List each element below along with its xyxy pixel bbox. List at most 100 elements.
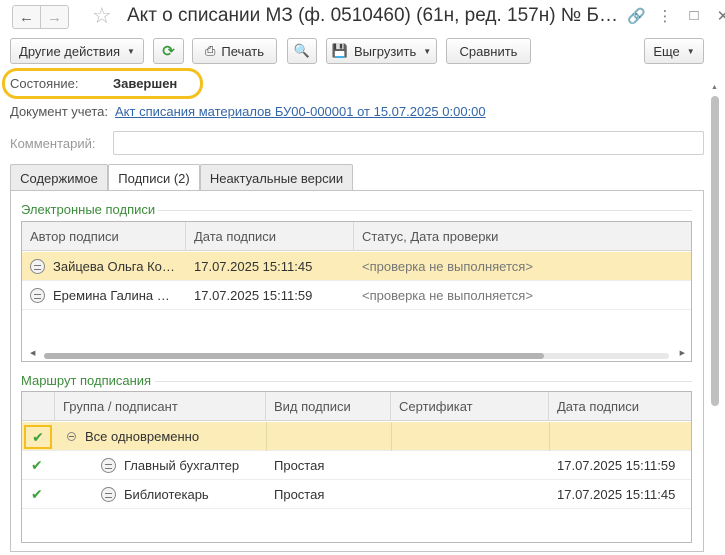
- print-preview-icon: 🔍: [293, 43, 311, 58]
- compare-label: Сравнить: [459, 43, 518, 59]
- status-cell: <проверка не выполняется>: [362, 259, 533, 274]
- group-cell: Все одновременно: [55, 422, 266, 451]
- signer-name: Библиотекарь: [124, 487, 209, 502]
- tab-outdated-versions[interactable]: Неактуальные версии: [200, 164, 353, 191]
- signature-icon: [30, 288, 45, 303]
- other-actions-button[interactable]: Другие действия ▼: [10, 38, 144, 64]
- horizontal-scrollbar[interactable]: ◀ ▶: [22, 348, 691, 361]
- scroll-thumb[interactable]: [44, 353, 544, 359]
- table-row[interactable]: ✔ Главный бухгалтер Простая 17.07.2025 1…: [22, 451, 691, 480]
- cert-cell: [391, 422, 549, 451]
- signatures-table: Автор подписи Дата подписи Статус, Дата …: [21, 221, 692, 362]
- table-row[interactable]: Еремина Галина … 17.07.2025 15:11:59 <пр…: [22, 281, 691, 310]
- scroll-left-icon[interactable]: ◀: [30, 349, 35, 357]
- scroll-track: [44, 353, 669, 359]
- type-cell: Простая: [274, 458, 325, 473]
- comment-field[interactable]: [113, 131, 704, 155]
- export-label: Выгрузить: [353, 43, 417, 59]
- check-icon: ✔: [31, 457, 43, 473]
- tab-label: Неактуальные версии: [209, 170, 344, 186]
- more-label: Еще: [653, 43, 680, 59]
- signer-cell: Главный бухгалтер: [55, 451, 266, 480]
- table-row[interactable]: Зайцева Ольга Ко… 17.07.2025 15:11:45 <п…: [22, 252, 691, 281]
- tab-label: Подписи (2): [118, 171, 190, 186]
- print-preview-button[interactable]: 🔍: [287, 38, 317, 64]
- type-cell: [266, 422, 391, 451]
- divider: [158, 210, 692, 211]
- document-link[interactable]: Акт списания материалов БУ00-000001 от 1…: [115, 104, 486, 119]
- author-cell: Еремина Галина …: [22, 281, 186, 310]
- column-header[interactable]: Вид подписи: [266, 392, 391, 421]
- back-button[interactable]: ←: [12, 5, 41, 29]
- date-cell: 17.07.2025 15:11:45: [557, 487, 676, 502]
- refresh-icon: ⟳: [162, 43, 175, 60]
- forward-button[interactable]: →: [40, 5, 69, 29]
- signer-cell: Библиотекарь: [55, 480, 266, 509]
- tab-signatures[interactable]: Подписи (2): [108, 164, 200, 192]
- document-label: Документ учета:: [10, 104, 109, 119]
- column-header[interactable]: Статус, Дата проверки: [354, 222, 691, 251]
- check-icon: ✔: [32, 428, 44, 445]
- scroll-thumb[interactable]: [711, 96, 719, 406]
- table-row[interactable]: ✔ Библиотекарь Простая 17.07.2025 15:11:…: [22, 480, 691, 509]
- refresh-button[interactable]: ⟳: [153, 38, 184, 64]
- compare-button[interactable]: Сравнить: [446, 38, 531, 64]
- table-header: Автор подписи Дата подписи Статус, Дата …: [22, 222, 691, 251]
- route-checkbox[interactable]: ✔: [22, 451, 55, 480]
- date-cell: 17.07.2025 15:11:59: [194, 288, 313, 303]
- column-header[interactable]: Автор подписи: [22, 222, 186, 251]
- column-header[interactable]: Дата подписи: [186, 222, 354, 251]
- date-cell: 17.07.2025 15:11:59: [557, 458, 676, 473]
- link-icon[interactable]: 🔗: [627, 7, 646, 25]
- date-cell: 17.07.2025 15:11:45: [194, 259, 313, 274]
- state-label: Состояние:: [10, 76, 79, 91]
- more-button[interactable]: Еще ▼: [644, 38, 704, 64]
- vertical-scrollbar[interactable]: ▲: [711, 84, 719, 551]
- star-icon[interactable]: ☆: [92, 3, 112, 29]
- other-actions-label: Другие действия: [19, 43, 121, 59]
- export-button[interactable]: 💾 Выгрузить ▼: [326, 38, 437, 64]
- cert-cell: [391, 451, 549, 480]
- print-button[interactable]: ⎙ Печать: [192, 38, 277, 64]
- table-row[interactable]: ✔ Все одновременно: [22, 422, 691, 451]
- state-row: Состояние: Завершен: [0, 68, 725, 99]
- route-section-title: Маршрут подписания: [21, 373, 152, 388]
- tab-label: Содержимое: [20, 170, 98, 186]
- save-icon: 💾: [331, 43, 348, 58]
- table-header: Группа / подписант Вид подписи Сертифика…: [22, 392, 691, 421]
- cert-cell: [391, 480, 549, 509]
- tab-content[interactable]: Содержимое: [10, 164, 108, 191]
- title-bar: ← → ☆ Акт о списании МЗ (ф. 0510460) (61…: [0, 0, 725, 34]
- comment-label: Комментарий:: [10, 136, 96, 151]
- toolbar: Другие действия ▼ ⟳ ⎙ Печать 🔍 💾 Выгрузить ▼…: [0, 38, 725, 64]
- more-vertical-icon[interactable]: ⋮: [656, 7, 674, 25]
- caret-down-icon: ▼: [686, 46, 695, 56]
- check-icon: ✔: [31, 486, 43, 502]
- printer-icon: ⎙: [205, 43, 216, 58]
- scroll-right-icon[interactable]: ▶: [680, 349, 685, 357]
- route-checkbox[interactable]: ✔: [24, 425, 52, 449]
- signer-name: Главный бухгалтер: [124, 458, 240, 473]
- date-cell: [549, 422, 691, 451]
- signatures-section-title: Электронные подписи: [21, 202, 156, 217]
- print-label: Печать: [221, 43, 264, 59]
- close-icon[interactable]: ✕: [714, 7, 725, 25]
- title-icons: 🔗 ⋮ □ ✕: [627, 7, 725, 25]
- arrow-left-icon: ←: [19, 8, 34, 26]
- window-title: Акт о списании МЗ (ф. 0510460) (61н, ред…: [127, 5, 617, 26]
- scroll-up-icon[interactable]: ▲: [711, 84, 718, 91]
- column-header[interactable]: Сертификат: [391, 392, 549, 421]
- column-header[interactable]: Группа / подписант: [55, 392, 266, 421]
- route-checkbox[interactable]: ✔: [22, 480, 55, 509]
- signature-icon: [101, 458, 116, 473]
- column-header[interactable]: Дата подписи: [549, 392, 691, 421]
- status-cell: <проверка не выполняется>: [362, 288, 533, 303]
- state-value: Завершен: [113, 76, 178, 91]
- caret-down-icon: ▼: [127, 46, 135, 56]
- column-header-check: [22, 392, 55, 421]
- divider: [155, 381, 692, 382]
- collapse-icon[interactable]: [67, 432, 76, 441]
- author-name: Еремина Галина …: [53, 288, 170, 303]
- maximize-icon[interactable]: □: [685, 7, 703, 25]
- group-name: Все одновременно: [85, 429, 200, 444]
